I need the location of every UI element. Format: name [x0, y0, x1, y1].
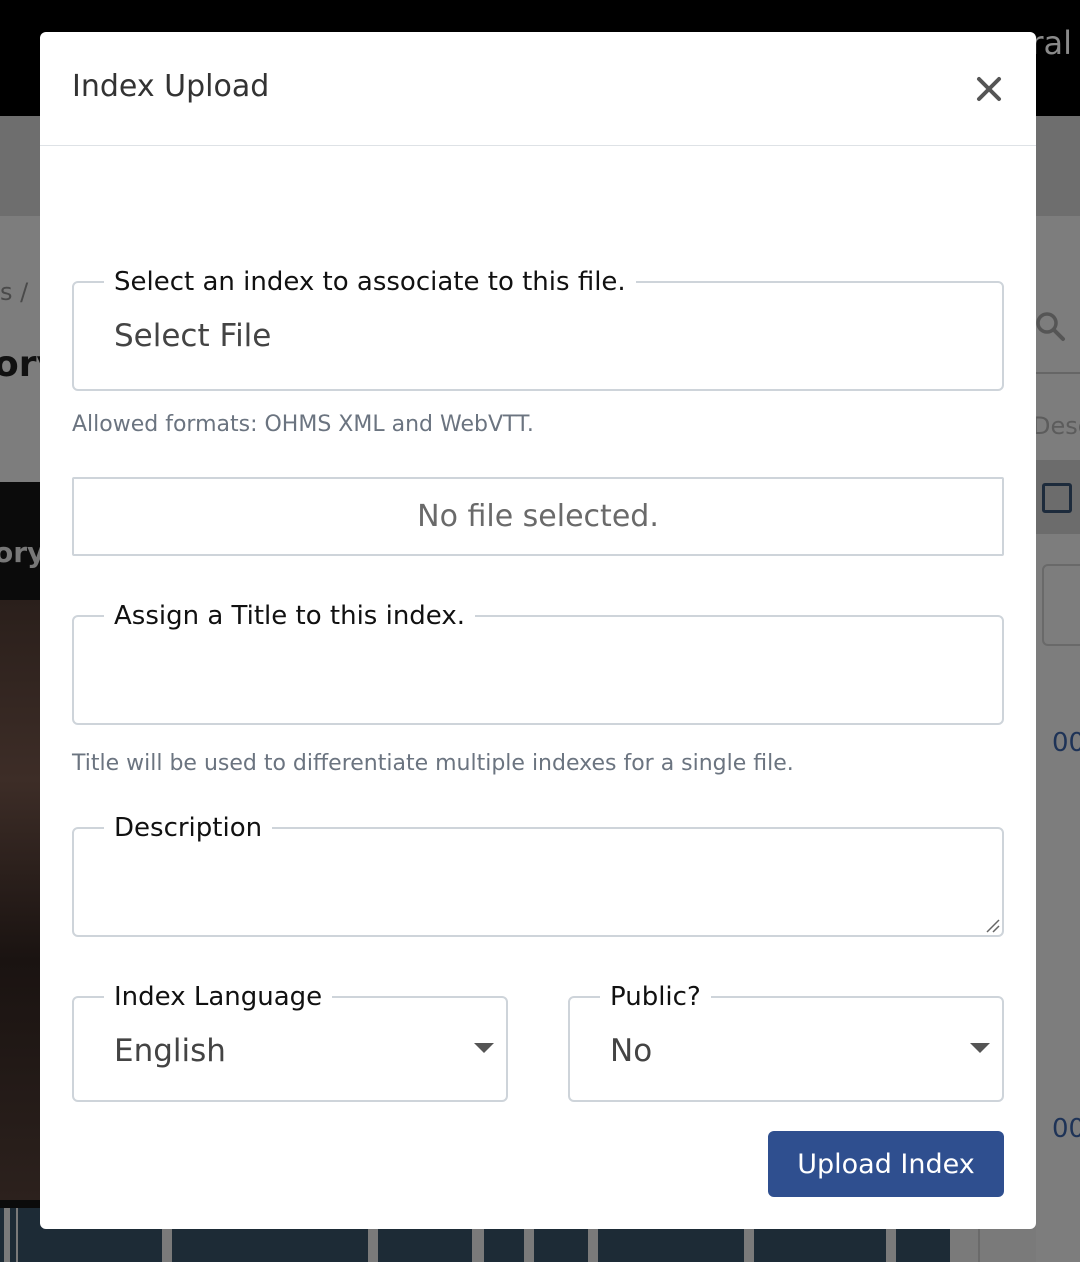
close-icon	[972, 77, 1006, 109]
select-file-label: Select an index to associate to this fil…	[104, 267, 636, 297]
background-breadcrumb: s /	[0, 278, 29, 306]
chevron-down-icon	[970, 1043, 990, 1053]
title-input[interactable]	[114, 651, 962, 687]
background-timestamp: 00	[1052, 728, 1080, 758]
index-upload-modal: Index Upload Select an index to associat…	[40, 32, 1036, 1229]
background-search-underline	[1036, 372, 1080, 374]
index-language-value: English	[114, 1033, 226, 1069]
search-icon	[1034, 310, 1066, 350]
background-topbar-text: ral	[1030, 24, 1072, 62]
background-video-caption: ory	[0, 536, 46, 569]
background-video-frame	[0, 600, 40, 1200]
background-card	[1042, 564, 1080, 646]
select-file-help: Allowed formats: OHMS XML and WebVTT.	[72, 412, 534, 437]
select-file-field[interactable]: Select an index to associate to this fil…	[72, 267, 1004, 391]
background-thumbnail	[0, 1208, 4, 1262]
background-checkbox	[1042, 483, 1072, 513]
index-language-label: Index Language	[104, 982, 333, 1012]
description-label: Description	[104, 813, 273, 843]
description-field: Description	[72, 813, 1004, 937]
file-status: No file selected.	[72, 477, 1004, 556]
resize-handle-icon[interactable]	[984, 917, 1000, 933]
modal-header: Index Upload	[40, 32, 1036, 146]
background-timestamp: 00	[1052, 1114, 1080, 1144]
chevron-down-icon	[474, 1043, 494, 1053]
title-help: Title will be used to differentiate mult…	[72, 751, 794, 776]
public-label: Public?	[600, 982, 711, 1012]
title-field: Assign a Title to this index.	[72, 601, 1004, 725]
modal-title: Index Upload	[72, 69, 270, 104]
close-button[interactable]	[972, 72, 1006, 106]
index-language-select[interactable]: Index Language English	[72, 982, 508, 1102]
upload-index-button[interactable]: Upload Index	[768, 1131, 1004, 1197]
background-thumbnail	[10, 1208, 16, 1262]
background-column-header: Desc	[1032, 412, 1080, 440]
select-file-input[interactable]: Select File	[114, 318, 962, 354]
public-select[interactable]: Public? No	[568, 982, 1004, 1102]
title-field-label: Assign a Title to this index.	[104, 601, 475, 631]
public-value: No	[610, 1033, 653, 1069]
